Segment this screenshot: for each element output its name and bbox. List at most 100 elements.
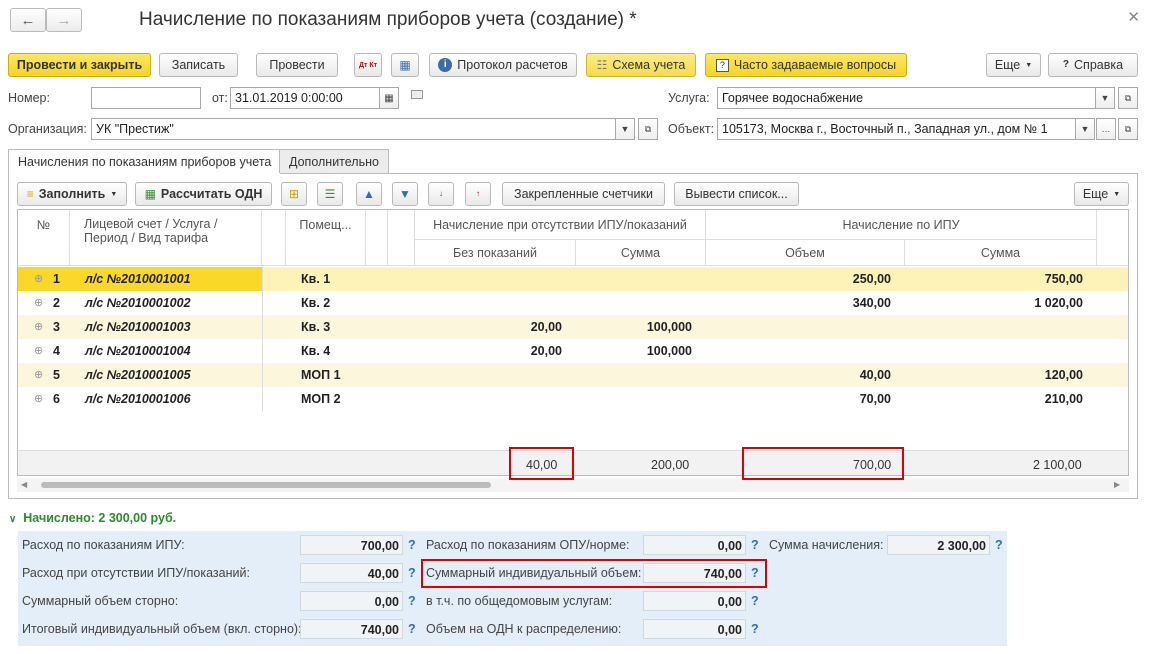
cell-n: 2 [53, 296, 60, 310]
cell-vol: 250,00 [852, 272, 891, 286]
number-field[interactable] [91, 87, 201, 109]
summary-header[interactable]: ∨ Начислено: 2 300,00 руб. [9, 511, 176, 525]
storno-help-icon[interactable]: ? [408, 594, 416, 608]
tab-accruals[interactable]: Начисления по показаниям приборов учета [8, 149, 282, 174]
add-row-button[interactable]: ⊞ [281, 182, 307, 206]
sort-desc-button[interactable]: ↑ [465, 182, 491, 206]
table-more-label: Еще [1082, 187, 1109, 201]
scheme-button[interactable]: ☷ Схема учета [586, 53, 696, 77]
faq-button[interactable]: ? Часто задаваемые вопросы [705, 53, 907, 77]
sort-asc-button[interactable]: ↓ [428, 182, 454, 206]
organization-open-button[interactable]: ⧉ [638, 118, 658, 140]
more-button[interactable]: Еще ▼ [986, 53, 1041, 77]
cell-noread: 20,00 [530, 344, 562, 358]
help-button[interactable]: ? Справка [1048, 53, 1138, 77]
table-row[interactable]: ⊕ 3 л/с №2010001003 Кв. 3 20,00 100,000 [18, 315, 1128, 339]
move-up-button[interactable]: ▲ [356, 182, 382, 206]
horizontal-scrollbar[interactable]: ◀ ▶ [17, 478, 1129, 492]
total-ind-help-icon[interactable]: ? [408, 622, 416, 636]
table-more-button[interactable]: Еще ▼ [1074, 182, 1129, 206]
expand-icon[interactable]: ⊕ [34, 344, 43, 357]
scroll-right-icon[interactable]: ▶ [1114, 480, 1120, 489]
structure-button[interactable]: ▦ [391, 53, 419, 77]
object-dropdown-button[interactable]: ▼ [1075, 118, 1095, 140]
fill-icon: ≡ [26, 187, 34, 201]
cell-room: Кв. 1 [301, 272, 331, 286]
header-account[interactable]: Лицевой счет / Услуга / Период / Вид тар… [70, 210, 262, 266]
table-row[interactable]: ⊕ 4 л/с №2010001004 Кв. 4 20,00 100,000 [18, 339, 1128, 363]
common-label: в т.ч. по общедомовым услугам: [426, 594, 613, 608]
expand-icon[interactable]: ⊕ [34, 320, 43, 333]
cell-sum2: 120,00 [1044, 368, 1083, 382]
copy-row-icon: ☰ [324, 187, 336, 201]
post-and-close-button[interactable]: Провести и закрыть [8, 53, 151, 77]
header-volume[interactable]: Объем [706, 240, 905, 266]
expand-icon[interactable]: ⊕ [34, 272, 43, 285]
header-room[interactable]: Помещ... [286, 210, 366, 266]
add-row-icon: ⊞ [288, 187, 300, 201]
scheme-icon: ☷ [596, 58, 608, 72]
header-sum1[interactable]: Сумма [576, 240, 706, 266]
object-open-button[interactable]: ⧉ [1118, 118, 1138, 140]
protocol-button[interactable]: i Протокол расчетов [429, 53, 577, 77]
dt-kt-button[interactable]: Дт Кт [354, 53, 382, 77]
odn-value: 0,00 [643, 619, 746, 639]
cell-n: 3 [53, 320, 60, 334]
object-field[interactable]: 105173, Москва г., Восточный п., Западна… [717, 118, 1076, 140]
post-button[interactable]: Провести [256, 53, 338, 77]
expand-icon[interactable]: ⊕ [34, 392, 43, 405]
calendar-button[interactable]: ▦ [379, 87, 399, 109]
copy-row-button[interactable]: ☰ [317, 182, 343, 206]
table-row[interactable]: ⊕ 5 л/с №2010001005 МОП 1 40,00 120,00 [18, 363, 1128, 387]
cell-account: л/с №2010001006 [85, 392, 191, 406]
service-field[interactable]: Горячее водоснабжение [717, 87, 1096, 109]
cell-n: 1 [53, 272, 60, 286]
table-row[interactable]: ⊕ 2 л/с №2010001002 Кв. 2 340,00 1 020,00 [18, 291, 1128, 315]
fixed-meters-button[interactable]: Закрепленные счетчики [502, 182, 665, 206]
common-help-icon[interactable]: ? [751, 594, 759, 608]
close-icon[interactable]: ✕ [1127, 8, 1140, 26]
organization-dropdown-button[interactable]: ▼ [615, 118, 635, 140]
move-down-button[interactable]: ▼ [392, 182, 418, 206]
cell-vol: 40,00 [859, 368, 891, 382]
cell-room: Кв. 2 [301, 296, 331, 310]
organization-field[interactable]: УК "Престиж" [91, 118, 616, 140]
info-icon: i [438, 58, 453, 72]
opu-value: 0,00 [643, 535, 746, 555]
ipu-help-icon[interactable]: ? [408, 538, 416, 552]
highlight-volume-total [742, 447, 904, 480]
date-from-label: от: [212, 91, 228, 105]
save-button[interactable]: Записать [159, 53, 238, 77]
expand-icon[interactable]: ⊕ [34, 296, 43, 309]
fill-button[interactable]: ≡ Заполнить ▼ [17, 182, 127, 206]
odn-help-icon[interactable]: ? [751, 622, 759, 636]
back-button[interactable]: ← [10, 8, 46, 32]
cell-vol: 70,00 [859, 392, 891, 406]
scrollbar-thumb[interactable] [41, 482, 491, 488]
header-num[interactable]: № [18, 210, 70, 266]
calc-odn-button[interactable]: ▦ Рассчитать ОДН [135, 182, 272, 206]
no-ipu-help-icon[interactable]: ? [408, 566, 416, 580]
service-open-button[interactable]: ⧉ [1118, 87, 1138, 109]
no-ipu-value: 40,00 [300, 563, 403, 583]
header-sum2[interactable]: Сумма [905, 240, 1097, 266]
forward-button[interactable]: → [46, 8, 82, 32]
help-label: Справка [1074, 58, 1124, 72]
table-row[interactable]: ⊕ 1 л/с №2010001001 Кв. 1 250,00 750,00 [18, 267, 1128, 291]
header-no-readings[interactable]: Без показаний [415, 240, 576, 266]
service-dropdown-button[interactable]: ▼ [1095, 87, 1115, 109]
comment-icon[interactable] [411, 90, 423, 99]
accrual-help-icon[interactable]: ? [995, 538, 1003, 552]
object-select-button[interactable]: … [1096, 118, 1116, 140]
output-list-button[interactable]: Вывести список... [674, 182, 799, 206]
tab-additional[interactable]: Дополнительно [279, 149, 389, 173]
table-row[interactable]: ⊕ 6 л/с №2010001006 МОП 2 70,00 210,00 [18, 387, 1128, 411]
expand-icon[interactable]: ⊕ [34, 368, 43, 381]
highlight-no-readings-total [509, 447, 574, 480]
date-field[interactable]: 31.01.2019 0:00:00 [230, 87, 380, 109]
opu-help-icon[interactable]: ? [751, 538, 759, 552]
dropdown-arrow-icon: ▼ [110, 190, 118, 198]
scroll-left-icon[interactable]: ◀ [21, 480, 27, 489]
chevron-down-icon: ∨ [9, 514, 17, 525]
storno-value: 0,00 [300, 591, 403, 611]
